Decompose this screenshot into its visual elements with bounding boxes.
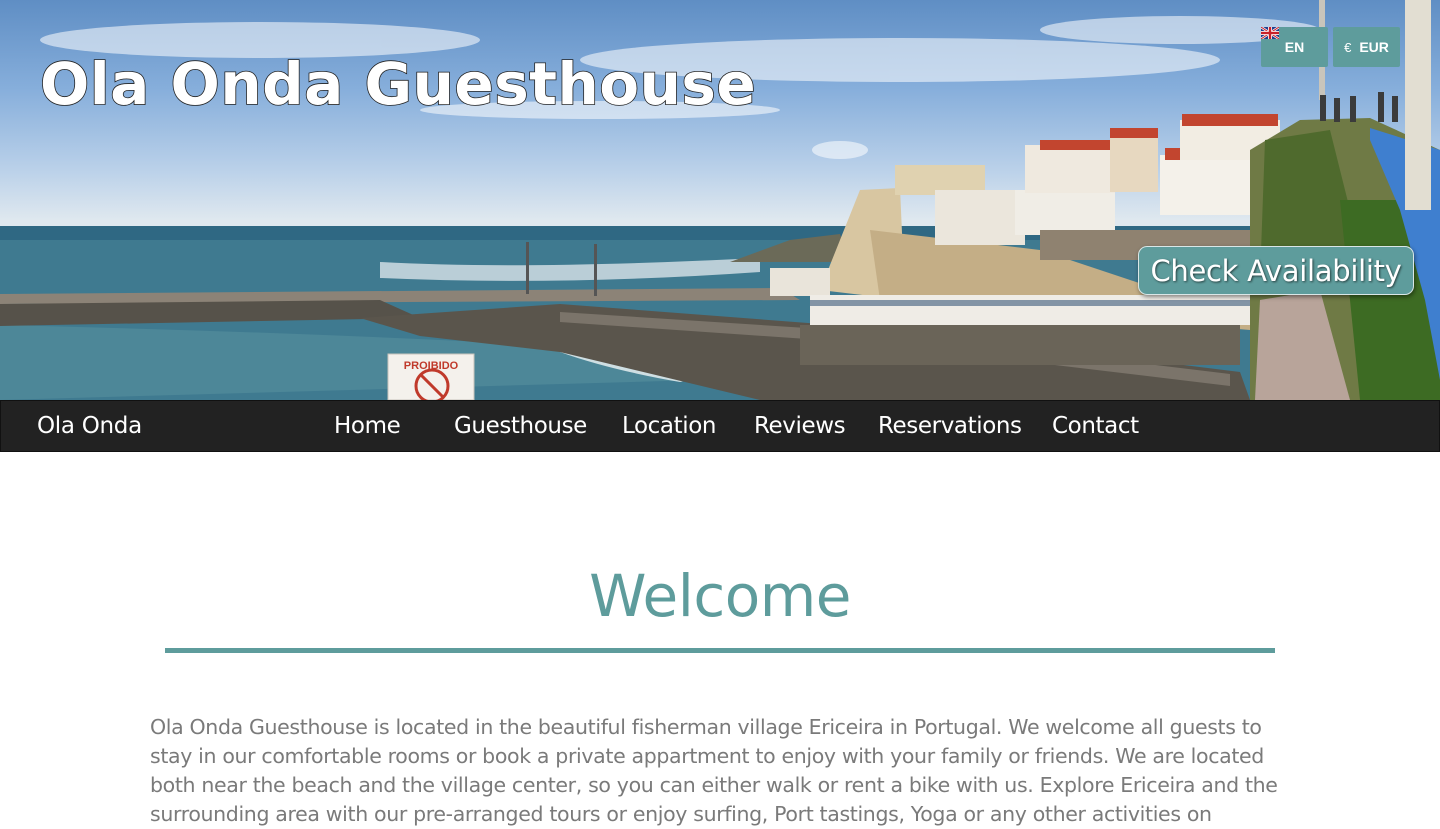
intro-paragraph: Ola Onda Guesthouse is located in the be… — [150, 715, 1278, 826]
euro-icon: € — [1344, 39, 1352, 55]
main-navbar: Ola Onda Home Guesthouse Location Review… — [0, 400, 1440, 452]
welcome-heading: Welcome — [589, 562, 851, 630]
heading-divider — [165, 648, 1275, 653]
nav-item-reviews[interactable]: Reviews — [754, 401, 846, 451]
hero-banner: PROIBIDO Ola Onda Guesthouse EN € EUR Ch… — [0, 0, 1440, 400]
language-label: EN — [1284, 39, 1305, 55]
uk-flag-icon — [1261, 27, 1279, 39]
nav-item-location[interactable]: Location — [622, 401, 716, 451]
proibido-sign: PROIBIDO — [387, 353, 475, 400]
currency-selector[interactable]: € EUR — [1333, 27, 1400, 67]
navbar-brand[interactable]: Ola Onda — [37, 401, 142, 451]
site-title: Ola Onda Guesthouse — [39, 49, 757, 119]
language-selector[interactable]: EN — [1261, 27, 1328, 67]
nav-item-contact[interactable]: Contact — [1052, 401, 1139, 451]
nav-item-home[interactable]: Home — [334, 401, 401, 451]
check-availability-button[interactable]: Check Availability — [1138, 246, 1414, 295]
nav-item-guesthouse[interactable]: Guesthouse — [454, 401, 587, 451]
nav-item-reservations[interactable]: Reservations — [878, 401, 1022, 451]
sign-text: PROIBIDO — [404, 360, 459, 372]
currency-label: EUR — [1359, 39, 1389, 55]
